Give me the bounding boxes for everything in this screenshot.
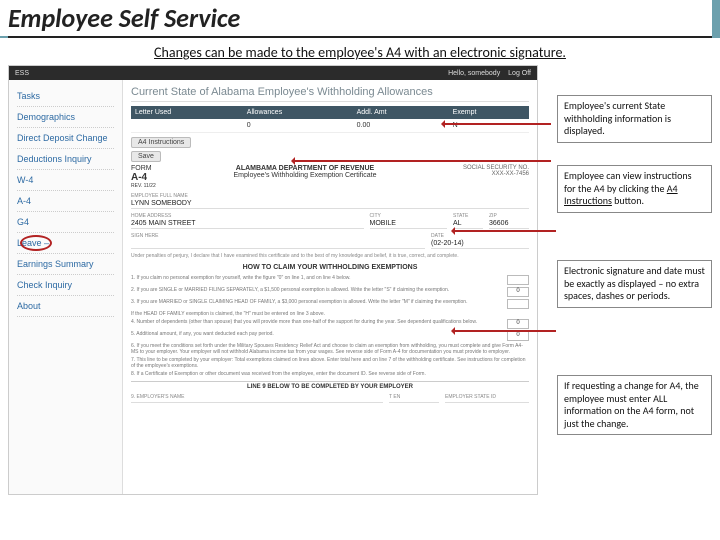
line-3: 3. If you are MARRIED or SINGLE CLAIMING…	[131, 299, 529, 309]
row-name: EMPLOYEE FULL NAME LYNN SOMEBODY	[131, 193, 529, 209]
row-employer: 9. EMPLOYER'S NAME T EN EMPLOYER STATE I…	[131, 394, 529, 403]
th-exempt: Exempt	[449, 106, 529, 119]
line-3b: If the HEAD OF FAMILY exemption is claim…	[131, 311, 529, 317]
nav-deductions[interactable]: Deductions Inquiry	[17, 149, 114, 170]
line-6: 6. If you meet the conditions set forth …	[131, 343, 529, 355]
title-rule	[8, 36, 712, 38]
oval-a4-nav	[20, 235, 52, 251]
allowance-table: Letter Used Allowances Addl. Amt Exempt …	[131, 106, 529, 133]
save-button[interactable]: Save	[131, 151, 161, 162]
arrow-2	[293, 160, 551, 162]
callout-4: If requesting a change for A4, the emplo…	[557, 375, 712, 435]
ess-brand: ESS	[15, 70, 29, 77]
penalty-text: Under penalties of perjury, I declare th…	[131, 253, 529, 260]
ess-window: ESS Hello, somebody Log Off Tasks Demogr…	[8, 65, 538, 495]
callout-3: Electronic signature and date must be ex…	[557, 260, 712, 308]
ess-topbar: ESS Hello, somebody Log Off	[9, 66, 537, 80]
line-1: 1. If you claim no personal exemption fo…	[131, 275, 529, 285]
line-2: 2. If you are SINGLE or MARRIED FILING S…	[131, 287, 529, 297]
arrow-3	[453, 230, 556, 232]
slide-title: Employee Self Service	[8, 2, 704, 34]
nav-earnings[interactable]: Earnings Summary	[17, 254, 114, 275]
callout-1: Employee's current State withholding inf…	[557, 95, 712, 143]
nav-tasks[interactable]: Tasks	[17, 86, 114, 107]
form-rev: REV. 11/22	[131, 183, 201, 189]
th-allow: Allowances	[243, 106, 353, 119]
slide-subtitle: Changes can be made to the employee's A4…	[0, 44, 720, 61]
th-letter: Letter Used	[131, 106, 243, 119]
nav-g4[interactable]: G4	[17, 212, 114, 233]
ssn-value: XXX-XX-7456	[409, 171, 529, 177]
row-address: HOME ADDRESS2405 MAIN STREET CITYMOBILE …	[131, 213, 529, 229]
nav-demographics[interactable]: Demographics	[17, 107, 114, 128]
form-title: Employee's Withholding Exemption Certifi…	[231, 172, 379, 179]
nav-a4[interactable]: A-4	[17, 191, 114, 212]
form-header: FORM A-4 REV. 11/22 ALAMBAMA DEPARTMENT …	[131, 165, 529, 189]
logoff-link[interactable]: Log Off	[508, 70, 531, 77]
line-4: 4. Number of dependents (other than spou…	[131, 319, 529, 329]
nav-direct-deposit[interactable]: Direct Deposit Change	[17, 128, 114, 149]
ess-hello: Hello, somebody	[448, 70, 500, 77]
form-dept: ALAMBAMA DEPARTMENT OF REVENUE	[231, 165, 379, 172]
ess-sidebar: Tasks Demographics Direct Deposit Change…	[9, 80, 123, 494]
stage: ESS Hello, somebody Log Off Tasks Demogr…	[8, 65, 712, 505]
date-value: (02-20-14)	[431, 240, 529, 247]
arrow-1	[443, 123, 551, 125]
page-title: Current State of Alabama Employee's With…	[131, 86, 529, 102]
ess-main: Current State of Alabama Employee's With…	[123, 80, 537, 494]
table-row: 0 0.00 N	[131, 119, 529, 133]
th-addl: Addl. Amt	[353, 106, 449, 119]
form-label: FORM	[131, 165, 201, 172]
below-heading: LINE 9 BELOW TO BE COMPLETED BY YOUR EMP…	[131, 381, 529, 390]
nav-about[interactable]: About	[17, 296, 114, 317]
line-7: 7. This line to be completed by your emp…	[131, 357, 529, 369]
form-code: A-4	[131, 172, 201, 183]
howto-heading: HOW TO CLAIM YOUR WITHHOLDING EXEMPTIONS	[131, 264, 529, 271]
callout-2: Employee can view instructions for the A…	[557, 165, 712, 213]
line-5: 5. Additional amount, if any, you want d…	[131, 331, 529, 341]
line-8: 8. If a Certificate of Exemption or othe…	[131, 371, 529, 377]
row-sign: SIGN HERE DATE(02-20-14)	[131, 233, 529, 249]
title-band: Employee Self Service	[0, 0, 720, 38]
emp-name: LYNN SOMEBODY	[131, 200, 529, 207]
a4-instructions-button[interactable]: A4 Instructions	[131, 137, 191, 148]
nav-w4[interactable]: W-4	[17, 170, 114, 191]
arrow-4	[453, 330, 556, 332]
nav-check[interactable]: Check Inquiry	[17, 275, 114, 296]
